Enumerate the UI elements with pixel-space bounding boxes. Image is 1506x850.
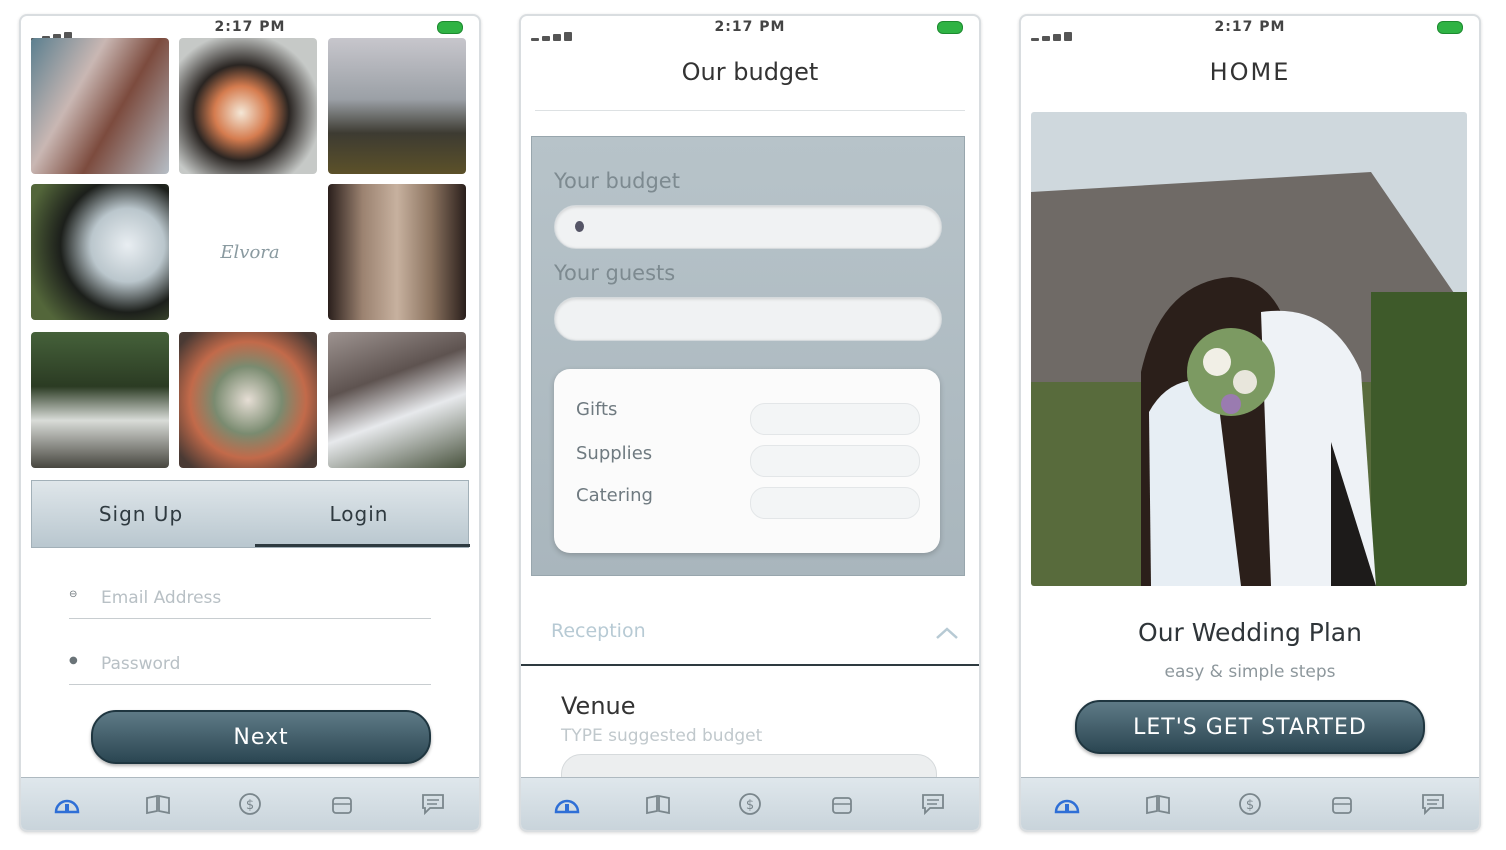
photo-tile[interactable]	[328, 332, 466, 468]
battery-icon	[1437, 21, 1463, 34]
budget-input[interactable]	[554, 205, 942, 249]
logo-text: Elvora	[220, 241, 280, 263]
dollar-icon[interactable]: $	[235, 789, 265, 819]
supplies-label: Supplies	[576, 443, 653, 464]
photo-tile[interactable]	[31, 38, 169, 174]
status-bar: 2:17 PM	[521, 16, 979, 41]
auth-segmented-control: Sign Up Login	[31, 480, 469, 548]
category-card: Gifts Supplies Catering	[554, 369, 940, 553]
budget-form-panel: Your budget Your guests Gifts Supplies C…	[531, 136, 965, 576]
chat-icon[interactable]	[1418, 789, 1448, 819]
email-icon: ⊖	[69, 589, 78, 600]
page-title: HOME	[1209, 58, 1291, 86]
divider	[535, 110, 965, 111]
tab-bar: $	[21, 777, 479, 830]
email-field[interactable]	[99, 582, 423, 614]
status-bar: 2:17 PM	[1021, 16, 1479, 41]
tab-bar: $	[1021, 777, 1479, 830]
get-started-button[interactable]: LET'S GET STARTED	[1075, 700, 1425, 754]
photo-tile[interactable]	[31, 332, 169, 468]
status-bar: 2:17 PM	[21, 16, 479, 41]
budget-screen: 2:17 PM Our budget Your budget Your gues…	[519, 14, 981, 832]
photo-tile[interactable]	[328, 38, 466, 174]
battery-icon	[937, 21, 963, 34]
photo-tile[interactable]	[31, 184, 169, 320]
home-icon[interactable]	[52, 789, 82, 819]
chat-icon[interactable]	[918, 789, 948, 819]
guests-label: Your guests	[554, 261, 676, 285]
dollar-icon[interactable]: $	[735, 789, 765, 819]
chat-icon[interactable]	[418, 789, 448, 819]
svg-text:$: $	[1246, 798, 1254, 813]
book-icon[interactable]	[643, 789, 673, 819]
catering-label: Catering	[576, 485, 653, 506]
book-icon[interactable]	[143, 789, 173, 819]
chevron-up-icon[interactable]	[935, 626, 959, 640]
lock-icon: ●	[69, 655, 78, 666]
brand-logo: Elvora	[181, 184, 319, 320]
home-icon[interactable]	[552, 789, 582, 819]
budget-label: Your budget	[554, 169, 680, 193]
home-icon[interactable]	[1052, 789, 1082, 819]
book-icon[interactable]	[1143, 789, 1173, 819]
cursor-dot	[575, 221, 584, 232]
plan-subtitle: easy & simple steps	[1164, 662, 1336, 682]
login-tab[interactable]: Login	[250, 481, 468, 547]
svg-text:$: $	[746, 798, 754, 813]
next-button[interactable]: Next	[91, 710, 431, 764]
home-screen: 2:17 PM HOME Our Wedding Plan easy & sim…	[1019, 14, 1481, 832]
plan-title: Our Wedding Plan	[1138, 618, 1362, 647]
catering-input[interactable]	[750, 487, 920, 519]
photo-tile[interactable]	[328, 184, 466, 320]
reception-label: Reception	[551, 620, 646, 642]
password-row: ●	[69, 644, 431, 685]
gift-icon[interactable]	[1327, 789, 1357, 819]
reception-section[interactable]: Reception	[521, 606, 979, 666]
gifts-input[interactable]	[750, 403, 920, 435]
status-time: 2:17 PM	[714, 19, 786, 35]
selected-tab-indicator	[255, 544, 470, 547]
supplies-input[interactable]	[750, 445, 920, 477]
status-time: 2:17 PM	[214, 19, 286, 35]
status-time: 2:17 PM	[1214, 19, 1286, 35]
guests-input[interactable]	[554, 297, 942, 341]
battery-icon	[437, 21, 463, 34]
email-row: ⊖	[69, 578, 431, 619]
couple-photo	[1031, 112, 1467, 586]
gifts-label: Gifts	[576, 399, 618, 420]
gift-icon[interactable]	[827, 789, 857, 819]
photo-tile[interactable]	[179, 38, 317, 174]
signup-tab[interactable]: Sign Up	[32, 481, 250, 547]
password-field[interactable]	[99, 648, 423, 680]
venue-title: Venue	[561, 692, 636, 720]
gift-icon[interactable]	[327, 789, 357, 819]
signup-screen: 2:17 PM Elvora Sign Up Login ⊖ ● Next $	[19, 14, 481, 832]
venue-subtitle: TYPE suggested budget	[561, 726, 763, 746]
dollar-icon[interactable]: $	[1235, 789, 1265, 819]
tab-bar: $	[521, 777, 979, 830]
svg-text:$: $	[246, 798, 254, 813]
photo-tile[interactable]	[179, 332, 317, 468]
page-title: Our budget	[681, 58, 819, 86]
